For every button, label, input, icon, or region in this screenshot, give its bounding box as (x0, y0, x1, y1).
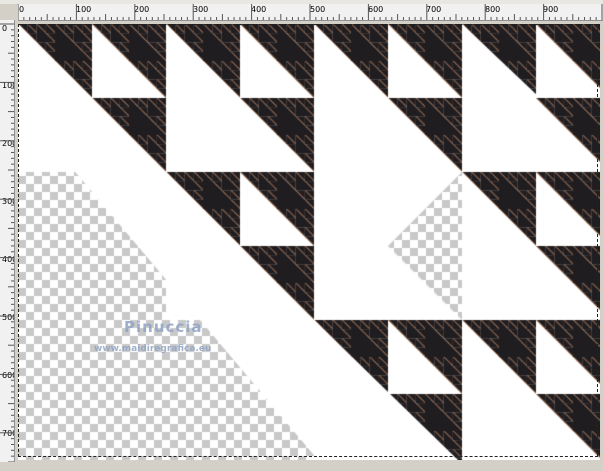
image-canvas[interactable]: Pinuccia www.maidiregrafica.eu (18, 24, 600, 460)
ruler-corner (0, 4, 17, 20)
horizontal-ruler[interactable]: 0 100 200 300 400 500 600 700 800 900 (18, 4, 603, 21)
watermark-url: www.maidiregrafica.eu (94, 344, 212, 354)
bottom-strip (0, 462, 603, 471)
ruler-ticks (0, 23, 14, 463)
ruler-ticks (18, 4, 603, 20)
fractal-pattern-image[interactable] (18, 24, 600, 460)
vertical-ruler[interactable]: 0 100 200 300 400 500 600 700 (0, 20, 15, 467)
watermark-name: Pinuccia (124, 318, 203, 336)
